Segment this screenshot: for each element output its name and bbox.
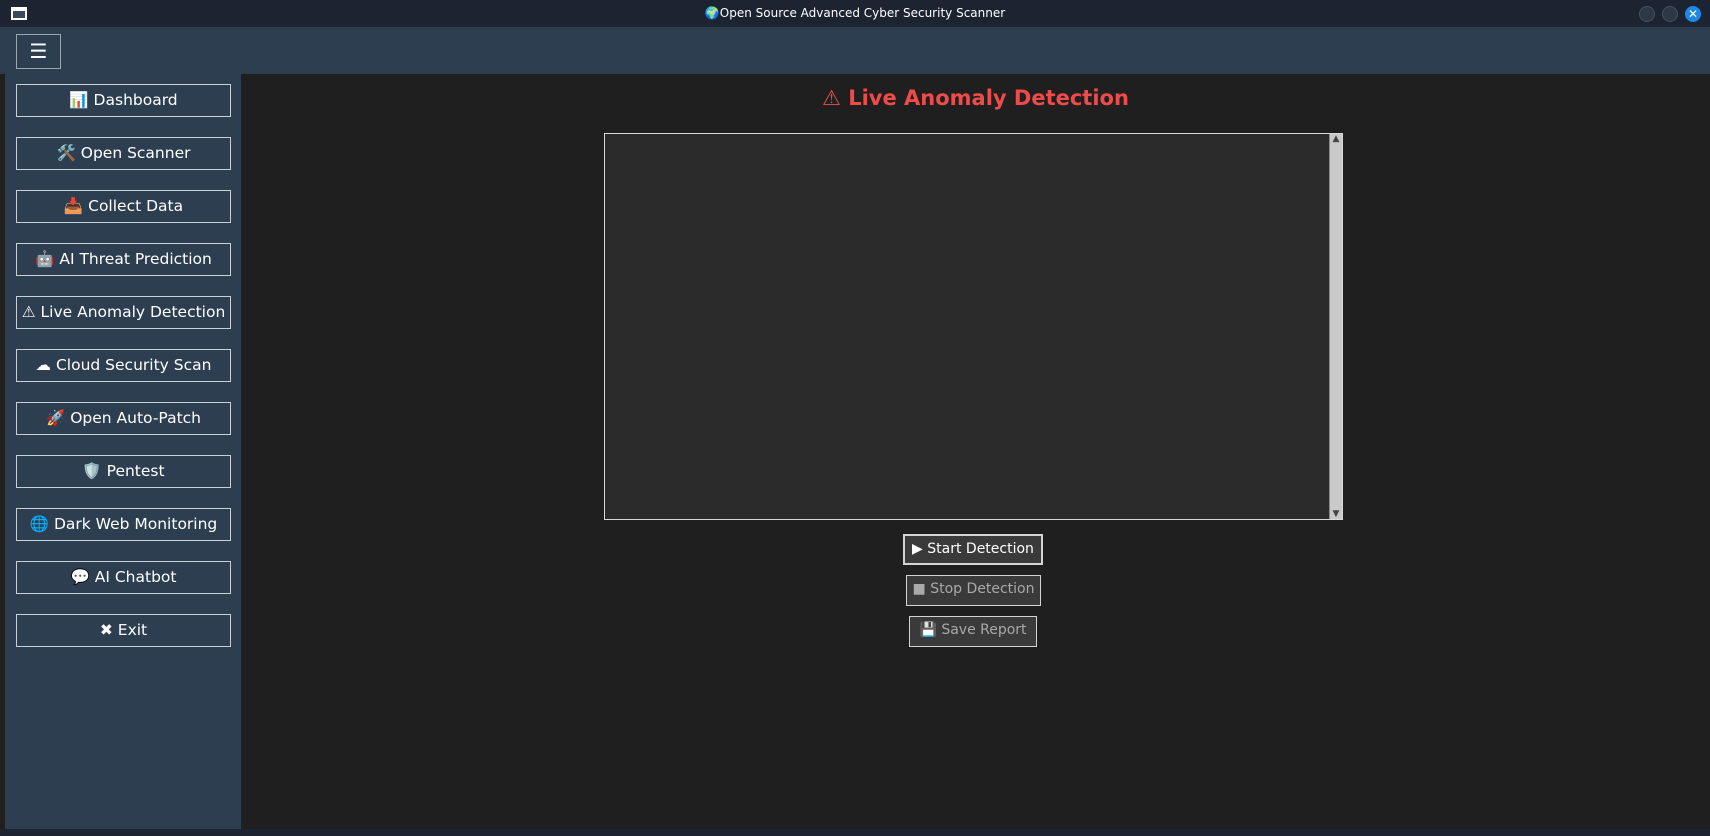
minimize-button[interactable] — [1639, 6, 1655, 22]
sidebar-item-ai-chatbot[interactable]: 💬 AI Chatbot — [16, 561, 231, 594]
sidebar-item-ai-threat-prediction[interactable]: 🤖 AI Threat Prediction — [16, 243, 231, 276]
sidebar-item-collect-data[interactable]: 📥 Collect Data — [16, 190, 231, 223]
sidebar-item-pentest[interactable]: 🛡️ Pentest — [16, 455, 231, 488]
sidebar: 📊 Dashboard 🛠️ Open Scanner 📥 Collect Da… — [5, 74, 241, 829]
maximize-button[interactable] — [1662, 6, 1678, 22]
stop-detection-button[interactable]: ■ Stop Detection — [906, 575, 1041, 606]
window-title: 🌍Open Source Advanced Cyber Security Sca… — [704, 6, 1006, 20]
sidebar-item-dark-web-monitoring[interactable]: 🌐 Dark Web Monitoring — [16, 508, 231, 541]
sidebar-item-cloud-security-scan[interactable]: ☁ Cloud Security Scan — [16, 349, 231, 382]
save-report-button[interactable]: 💾 Save Report — [909, 616, 1037, 647]
log-scrollbar[interactable]: ▲ ▼ — [1329, 134, 1342, 519]
sidebar-item-dashboard[interactable]: 📊 Dashboard — [16, 84, 231, 117]
scroll-up-icon[interactable]: ▲ — [1331, 134, 1341, 144]
sidebar-item-live-anomaly-detection[interactable]: ⚠ Live Anomaly Detection — [16, 296, 231, 329]
page-title: ⚠ Live Anomaly Detection — [822, 86, 1129, 110]
start-detection-button[interactable]: ▶ Start Detection — [903, 534, 1043, 565]
main-panel: ⚠ Live Anomaly Detection ▲ ▼ ▶ Start Det… — [241, 74, 1710, 829]
window-bottom-border — [0, 829, 1710, 836]
hamburger-menu-button[interactable]: ☰ — [16, 34, 61, 69]
title-bar: 🌍Open Source Advanced Cyber Security Sca… — [0, 0, 1710, 27]
top-bar: ☰ — [0, 27, 1710, 74]
close-window-button[interactable]: ✕ — [1685, 6, 1701, 22]
detection-log-textarea[interactable]: ▲ ▼ — [604, 133, 1343, 520]
sidebar-item-open-auto-patch[interactable]: 🚀 Open Auto-Patch — [16, 402, 231, 435]
sidebar-item-exit[interactable]: ✖ Exit — [16, 614, 231, 647]
sidebar-item-open-scanner[interactable]: 🛠️ Open Scanner — [16, 137, 231, 170]
scroll-down-icon[interactable]: ▼ — [1331, 509, 1341, 519]
